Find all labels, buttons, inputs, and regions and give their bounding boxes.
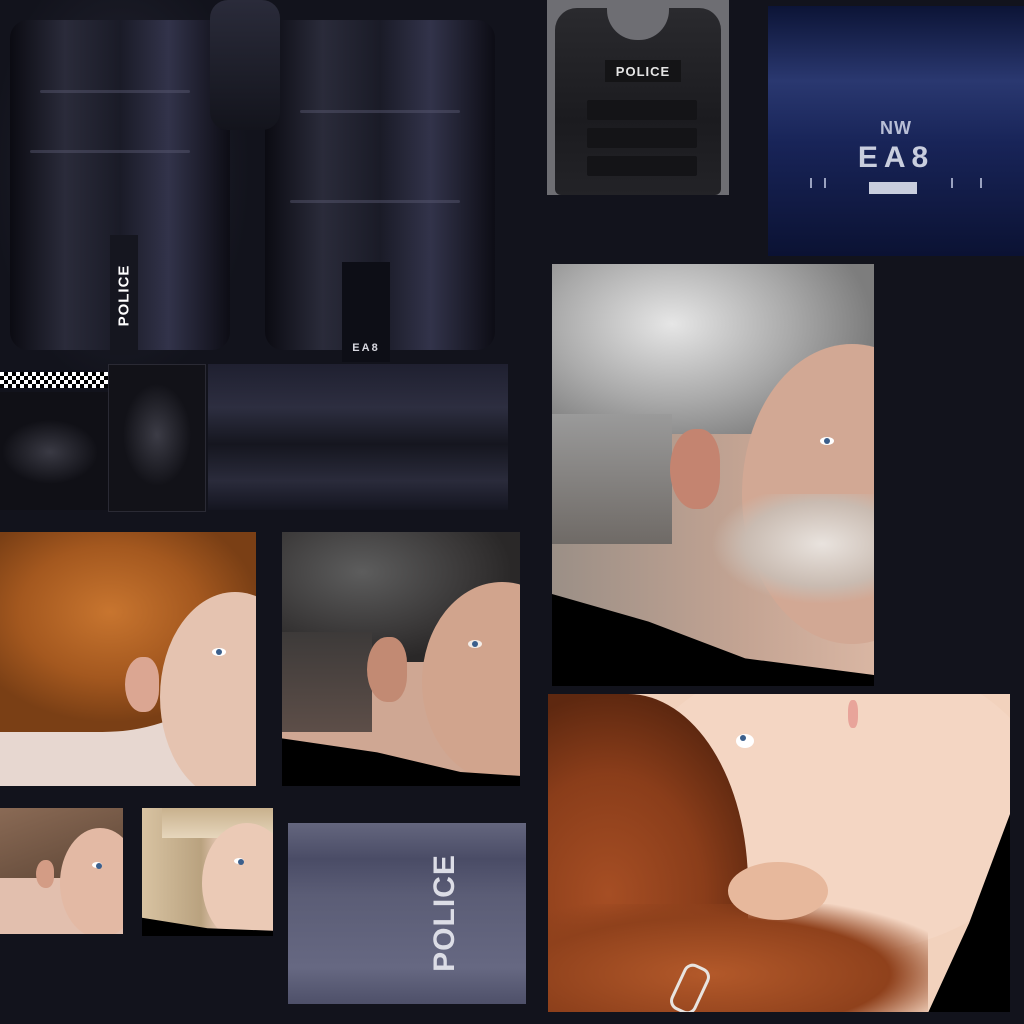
- eye: [92, 862, 102, 869]
- plate-tick: [824, 178, 826, 188]
- face-texture-red-haired-man: [0, 532, 256, 786]
- face-texture-dark-haired-man: [282, 532, 520, 786]
- plate-tick: [980, 178, 982, 188]
- plate-tick: [951, 178, 953, 188]
- vest-police-label: POLICE: [605, 60, 681, 82]
- lips: [848, 700, 858, 728]
- checkerboard-band: [0, 372, 108, 388]
- fabric-crease: [300, 110, 460, 113]
- eye: [212, 648, 226, 656]
- plate-tick: [810, 178, 812, 188]
- fabric-crease: [40, 90, 190, 93]
- trouser-police-text: POLICE: [115, 264, 133, 326]
- plate-prefix: NW: [880, 118, 912, 138]
- ear: [728, 862, 828, 920]
- vest-pouch: [587, 100, 697, 120]
- dark-hair-back: [282, 632, 372, 732]
- grey-hair-back: [552, 414, 672, 544]
- ear: [125, 657, 159, 712]
- uniform-trousers-texture: POLICE EA8: [0, 0, 512, 512]
- face-texture-blonde-woman: [142, 808, 273, 936]
- fabric-crease: [30, 150, 190, 153]
- face-texture-red-haired-woman: [548, 694, 1010, 1012]
- eye: [820, 437, 834, 445]
- ear: [36, 860, 54, 888]
- crotch-panel: [210, 0, 280, 130]
- panel-police-label-wrap: POLICE: [428, 843, 462, 983]
- trouser-id-text: EA8: [352, 342, 380, 354]
- trouser-id-patch: EA8: [342, 262, 390, 362]
- vest-pouch: [587, 128, 697, 148]
- trouser-police-stripe: POLICE: [110, 235, 138, 355]
- police-vest-texture: POLICE: [547, 0, 729, 195]
- face-texture-grey-haired-man: [552, 264, 874, 686]
- grey-beard: [702, 494, 874, 604]
- plate-bar: [869, 182, 917, 194]
- ear: [367, 637, 407, 702]
- boot-texture: [0, 392, 108, 510]
- glove-texture: [108, 364, 206, 512]
- fabric-crease: [290, 200, 460, 203]
- face-texture-young-man: [0, 808, 123, 934]
- shoulder-plate-texture: NW EA8: [768, 6, 1024, 256]
- vest-pouch: [587, 156, 697, 176]
- police-side-panel-texture: POLICE: [288, 823, 526, 1004]
- eye: [468, 640, 482, 648]
- red-hair-lower: [548, 904, 928, 1012]
- panel-police-label: POLICE: [428, 854, 461, 972]
- plate-code: EA8: [857, 141, 935, 174]
- eye: [234, 858, 244, 865]
- eye: [736, 734, 754, 748]
- belt-strap-texture: [208, 364, 508, 510]
